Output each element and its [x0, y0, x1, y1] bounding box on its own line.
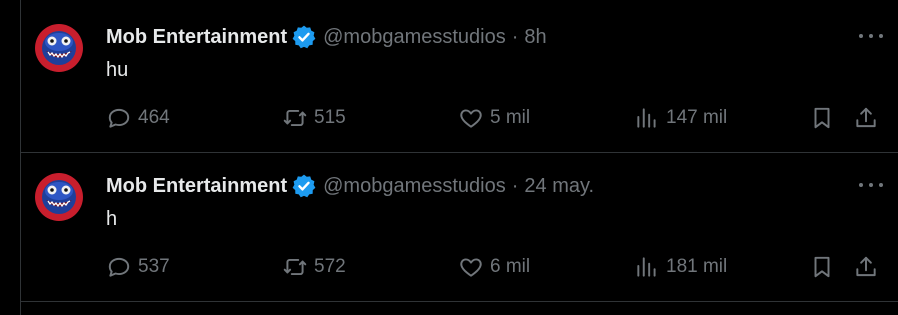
share-button[interactable] [853, 104, 879, 132]
timestamp[interactable]: 8h [524, 26, 546, 49]
reply-bubble-icon [108, 108, 130, 128]
separator-dot: · [511, 174, 519, 197]
retweet-count: 572 [314, 256, 346, 277]
like-count: 5 mil [490, 107, 531, 128]
reply-button[interactable]: 537 [106, 253, 170, 281]
tweet-actions: 464 515 5 mil 147 mil [106, 104, 884, 132]
heart-icon [460, 258, 482, 277]
avatar-image [35, 24, 83, 72]
bookmark-button[interactable] [809, 104, 835, 132]
share-upload-icon [856, 256, 876, 277]
view-count: 147 mil [666, 107, 728, 128]
avatar[interactable] [35, 24, 83, 72]
reply-bubble-icon [108, 257, 130, 277]
author-handle[interactable]: @mobgamesstudios [323, 26, 506, 49]
retweet-icon [283, 258, 307, 276]
retweet-button[interactable]: 572 [282, 253, 346, 281]
timestamp[interactable]: 24 may. [524, 175, 594, 198]
tweet-text: h [106, 208, 118, 230]
retweet-icon [283, 109, 307, 127]
reply-count: 464 [138, 107, 170, 128]
author-handle[interactable]: @mobgamesstudios [323, 175, 506, 198]
retweet-button[interactable]: 515 [282, 104, 346, 132]
more-horizontal-icon[interactable] [859, 175, 883, 195]
separator-dot: · [511, 25, 519, 48]
author-name[interactable]: Mob Entertainment [106, 26, 287, 49]
bookmark-icon [814, 107, 830, 129]
like-button[interactable]: 6 mil [458, 253, 530, 281]
bookmark-icon [814, 256, 830, 278]
avatar[interactable] [35, 173, 83, 221]
share-upload-icon [856, 107, 876, 128]
author-name[interactable]: Mob Entertainment [106, 175, 287, 198]
verified-badge-icon [291, 24, 317, 50]
tweet[interactable]: Mob Entertainment @mobgamesstudios · 8h … [21, 4, 898, 153]
like-count: 6 mil [490, 256, 531, 277]
tweet[interactable]: Mob Entertainment @mobgamesstudios · 24 … [21, 153, 898, 302]
tweet-actions: 537 572 6 mil 181 mil [106, 253, 884, 281]
views-bar-chart-icon [637, 108, 656, 128]
like-button[interactable]: 5 mil [458, 104, 530, 132]
tweet-header: Mob Entertainment @mobgamesstudios · 8h [106, 25, 547, 49]
view-count: 181 mil [666, 256, 728, 277]
views-bar-chart-icon [637, 257, 656, 277]
views-button[interactable]: 181 mil [634, 253, 727, 281]
retweet-count: 515 [314, 107, 346, 128]
more-horizontal-icon[interactable] [859, 26, 883, 46]
heart-icon [460, 109, 482, 128]
tweet-header: Mob Entertainment @mobgamesstudios · 24 … [106, 174, 594, 198]
verified-badge-icon [291, 173, 317, 199]
timeline: Mob Entertainment @mobgamesstudios · 8h … [20, 0, 898, 315]
reply-button[interactable]: 464 [106, 104, 170, 132]
avatar-image [35, 173, 83, 221]
tweet-text: hu [106, 59, 129, 81]
reply-count: 537 [138, 256, 170, 277]
share-button[interactable] [853, 253, 879, 281]
bookmark-button[interactable] [809, 253, 835, 281]
views-button[interactable]: 147 mil [634, 104, 727, 132]
